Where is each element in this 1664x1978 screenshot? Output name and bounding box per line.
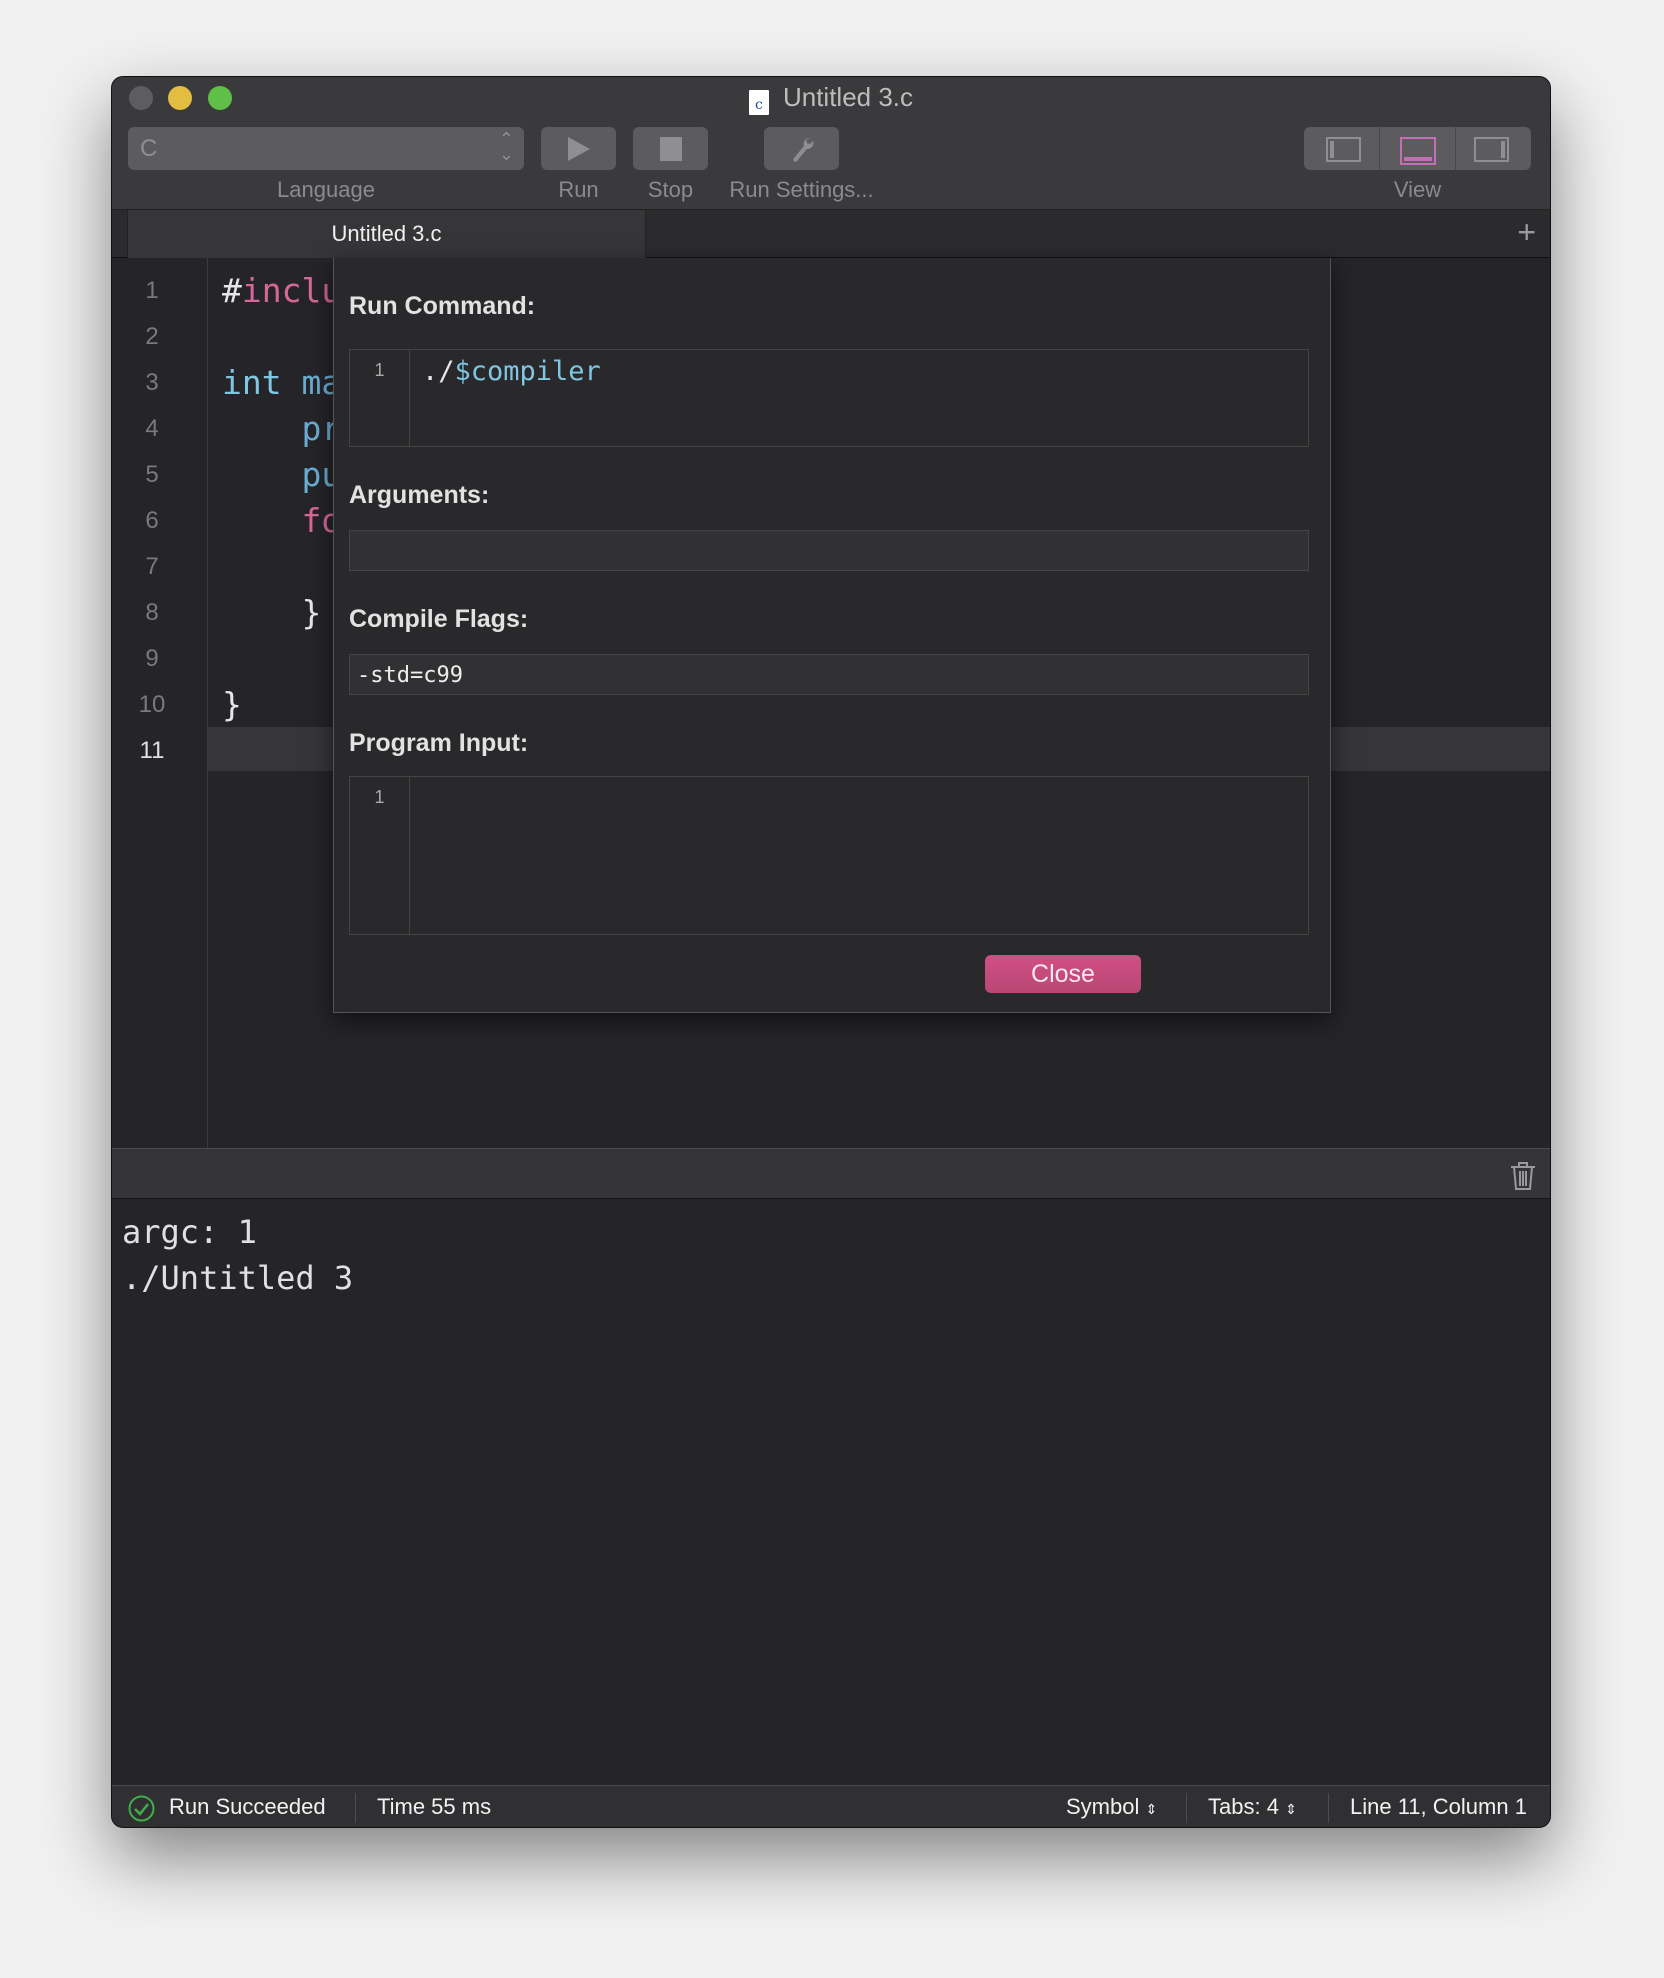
arguments-input[interactable] — [349, 530, 1309, 571]
code-line: } — [222, 590, 341, 636]
run-command-line-number: 1 — [350, 350, 410, 446]
language-value: C — [140, 135, 158, 162]
stop-icon — [660, 137, 682, 161]
view-segmented-control — [1304, 127, 1531, 170]
line-number-gutter: 1 2 3 4 5 6 7 8 9 10 11 — [112, 258, 208, 1148]
status-divider — [1186, 1793, 1187, 1823]
code-line: #inclu — [222, 268, 341, 314]
line-number: 10 — [138, 691, 166, 718]
window-title: c Untitled 3.c — [112, 83, 1550, 115]
line-number: 7 — [145, 553, 159, 580]
code-token: } — [222, 593, 322, 632]
close-button[interactable]: Close — [985, 955, 1141, 993]
play-icon — [568, 137, 590, 161]
run-settings-label: Run Settings... — [729, 177, 874, 202]
line-number: 5 — [145, 461, 159, 488]
run-command-label: Run Command: — [349, 292, 536, 320]
chevron-updown-icon: ⇕ — [1145, 1801, 1158, 1817]
console-line: ./Untitled 3 — [122, 1259, 354, 1297]
symbol-popup[interactable]: Symbol ⇕ — [1066, 1786, 1158, 1827]
c-file-icon: c — [748, 90, 769, 115]
success-check-icon — [128, 1795, 155, 1822]
chevron-updown-icon: ⌃ ⌄ — [498, 129, 514, 164]
run-command-variable: $compiler — [454, 356, 601, 387]
code-token: fo — [222, 501, 342, 540]
run-time: Time 55 ms — [377, 1794, 492, 1819]
run-status: Run Succeeded — [169, 1794, 326, 1819]
console-output[interactable]: argc: 1 ./Untitled 3 — [112, 1199, 1550, 1785]
cursor-position: Line 11, Column 1 — [1350, 1794, 1527, 1819]
code-line: } — [222, 682, 341, 728]
console-line: argc: 1 — [122, 1213, 257, 1251]
line-number: 4 — [145, 415, 159, 442]
console-header — [112, 1148, 1550, 1199]
language-label: Language — [277, 177, 375, 202]
tab-untitled-3-c[interactable]: Untitled 3.c — [127, 210, 646, 258]
view-right-panel-toggle[interactable] — [1456, 127, 1531, 170]
run-command-editor[interactable]: 1 ./$compiler — [349, 349, 1309, 447]
editor-window: c Untitled 3.c C ⌃ ⌄ Language Run Stop Run… — [111, 76, 1551, 1828]
status-bar: Run Succeeded Time 55 ms Symbol ⇕ Tabs: … — [112, 1785, 1550, 1827]
code-line: int ma — [222, 360, 341, 406]
status-divider — [1328, 1793, 1329, 1823]
tab-bar: Untitled 3.c + — [112, 210, 1550, 258]
tabs-popup[interactable]: Tabs: 4 ⇕ — [1208, 1786, 1297, 1827]
code-line: pu — [222, 452, 341, 498]
code-line: pr — [222, 406, 341, 452]
line-number: 1 — [145, 277, 159, 304]
code-token: pu — [222, 455, 342, 494]
line-number: 8 — [145, 599, 159, 626]
code-token: inclu — [241, 271, 342, 310]
wrench-icon — [793, 137, 814, 162]
chevron-updown-icon: ⇕ — [1285, 1801, 1297, 1817]
compile-flags-value: -std=c99 — [357, 663, 463, 688]
view-left-panel-toggle[interactable] — [1304, 127, 1380, 170]
line-number: 3 — [145, 369, 159, 396]
view-bottom-panel-toggle[interactable] — [1380, 127, 1456, 170]
toolbar: c Untitled 3.c C ⌃ ⌄ Language Run Stop Run… — [112, 77, 1550, 210]
program-input-label: Program Input: — [349, 729, 529, 757]
code-token: int — [222, 363, 302, 402]
code-token: pr — [222, 409, 342, 448]
run-settings-sheet: Run Command: 1 ./$compiler Arguments: Co… — [333, 258, 1331, 1013]
run-settings-button[interactable] — [764, 127, 839, 170]
status-divider — [355, 1793, 356, 1823]
code-token: # — [222, 271, 242, 310]
line-number: 6 — [145, 507, 159, 534]
run-command-prefix: ./ — [422, 356, 455, 387]
left-sidebar-icon — [1326, 137, 1361, 162]
view-label: View — [1393, 177, 1442, 202]
code-token: } — [222, 685, 242, 724]
line-number: 9 — [145, 645, 159, 672]
bottom-panel-icon — [1400, 137, 1436, 165]
symbol-label: Symbol — [1066, 1794, 1140, 1819]
stop-button[interactable] — [633, 127, 708, 170]
program-input-line-number: 1 — [350, 777, 410, 934]
program-input-editor[interactable]: 1 — [349, 776, 1309, 935]
run-button[interactable] — [541, 127, 616, 170]
code-line: fo — [222, 498, 341, 544]
trash-icon[interactable] — [1510, 1161, 1536, 1191]
right-sidebar-icon — [1474, 137, 1509, 162]
code-lines: #inclu int ma pr pu fo }} — [222, 268, 341, 774]
window-title-text: Untitled 3.c — [782, 82, 914, 112]
add-tab-icon[interactable]: + — [1517, 216, 1536, 248]
line-number: 11 — [139, 737, 165, 764]
arguments-label: Arguments: — [349, 481, 490, 509]
compile-flags-label: Compile Flags: — [349, 605, 529, 633]
run-label: Run — [558, 177, 599, 202]
tabs-label: Tabs: 4 — [1208, 1794, 1279, 1819]
language-select[interactable]: C ⌃ ⌄ — [128, 127, 524, 170]
compile-flags-input[interactable]: -std=c99 — [349, 654, 1309, 695]
line-number: 2 — [145, 323, 159, 350]
